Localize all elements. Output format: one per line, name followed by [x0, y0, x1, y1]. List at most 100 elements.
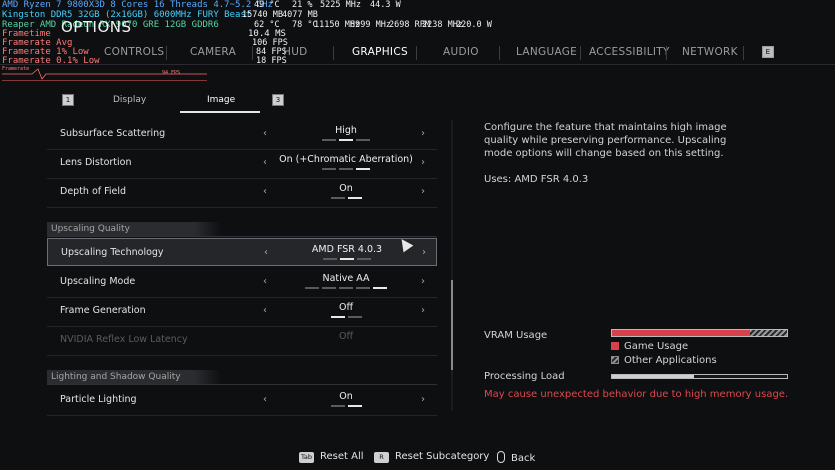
- setting-lens-distortion[interactable]: Lens Distortion ‹ On (+Chromatic Aberrat…: [47, 149, 437, 179]
- section-divider: [47, 384, 437, 385]
- tab-hud[interactable]: HUD: [283, 46, 308, 58]
- setting-value: Off: [338, 302, 354, 313]
- setting-label: Frame Generation: [60, 305, 146, 316]
- tab-separator: [333, 46, 334, 60]
- tab-accessibility[interactable]: ACCESSIBILITY: [589, 46, 670, 58]
- option-indicator: [277, 316, 415, 318]
- legend-other-applications: Other Applications: [611, 355, 717, 366]
- subtab-display[interactable]: Display: [113, 95, 146, 105]
- r-key-icon: R: [374, 452, 389, 463]
- setting-label: Upscaling Mode: [60, 276, 136, 287]
- setting-particle-lighting[interactable]: Particle Lighting ‹ On ›: [47, 386, 437, 416]
- chevron-left-icon[interactable]: ‹: [263, 157, 267, 168]
- other-applications-swatch: [611, 356, 619, 364]
- tab-separator: [580, 46, 581, 60]
- subtab-image[interactable]: Image: [207, 95, 235, 105]
- vram-usage-bar: [611, 329, 788, 337]
- setting-frame-generation[interactable]: Frame Generation ‹ Off ›: [47, 297, 437, 327]
- chevron-right-icon[interactable]: ›: [422, 247, 426, 258]
- option-indicator: [277, 197, 415, 199]
- setting-value: On (+Chromatic Aberration): [279, 154, 413, 165]
- setting-value: High: [335, 125, 357, 136]
- keybind-e-icon: E: [762, 46, 774, 58]
- setting-description: Configure the feature that maintains hig…: [484, 122, 727, 159]
- setting-value: AMD FSR 4.0.3: [311, 244, 383, 255]
- tab-camera[interactable]: CAMERA: [190, 46, 236, 58]
- chevron-right-icon[interactable]: ›: [421, 186, 425, 197]
- chevron-right-icon[interactable]: ›: [421, 276, 425, 287]
- reset-all-button[interactable]: Tab Reset All: [299, 451, 364, 463]
- subtab-prev-key[interactable]: 1: [62, 94, 74, 106]
- overlay-cpu-usage: 21 %: [292, 0, 313, 10]
- tab-separator: [499, 46, 500, 60]
- chevron-left-icon[interactable]: ‹: [263, 128, 267, 139]
- chevron-left-icon[interactable]: ‹: [263, 394, 267, 405]
- setting-label: Lens Distortion: [60, 157, 132, 168]
- subtab-next-key[interactable]: 3: [272, 94, 284, 106]
- settings-scrollbar[interactable]: [451, 120, 453, 410]
- chevron-right-icon[interactable]: ›: [421, 157, 425, 168]
- setting-label: NVIDIA Reflex Low Latency: [60, 334, 188, 345]
- vram-usage-label: VRAM Usage: [484, 330, 548, 341]
- chevron-right-icon[interactable]: ›: [421, 305, 425, 316]
- processing-load-label: Processing Load: [484, 371, 565, 382]
- scrollbar-thumb[interactable]: [451, 280, 453, 370]
- option-indicator: [277, 405, 415, 407]
- reset-all-label: Reset All: [320, 451, 364, 462]
- tab-controls[interactable]: CONTROLS: [104, 46, 164, 58]
- legend-game-usage: Game Usage: [611, 341, 688, 352]
- section-divider: [47, 236, 437, 237]
- legend-label: Other Applications: [624, 355, 717, 366]
- setting-upscaling-mode[interactable]: Upscaling Mode ‹ Native AA ›: [47, 268, 437, 298]
- tab-separator: [416, 46, 417, 60]
- setting-subsurface-scattering[interactable]: Subsurface Scattering ‹ High ›: [47, 120, 437, 150]
- option-indicator: [277, 139, 415, 141]
- chevron-left-icon[interactable]: ‹: [264, 247, 268, 258]
- setting-label: Upscaling Technology: [61, 247, 164, 258]
- overlay-gpu-mem-clock: 8999 MHz: [350, 20, 391, 30]
- processing-load-fill: [612, 375, 695, 378]
- game-usage-swatch: [611, 342, 619, 350]
- back-button[interactable]: Back: [497, 451, 535, 464]
- subtab-active-indicator: [180, 111, 260, 113]
- tab-separator: [743, 46, 744, 60]
- chevron-left-icon[interactable]: ‹: [263, 305, 267, 316]
- option-indicator: [277, 168, 415, 170]
- section-header-lighting: Lighting and Shadow Quality: [47, 370, 221, 384]
- tab-graphics[interactable]: GRAPHICS: [352, 46, 408, 58]
- memory-warning: May cause unexpected behavior due to hig…: [484, 389, 789, 400]
- tab-language[interactable]: LANGUAGE: [516, 46, 577, 58]
- setting-label: Depth of Field: [60, 186, 127, 197]
- setting-value: Native AA: [322, 273, 370, 284]
- overlay-cpu-power: 44.3 W: [370, 0, 401, 10]
- setting-depth-of-field[interactable]: Depth of Field ‹ On ›: [47, 178, 437, 208]
- option-indicator: [277, 287, 415, 289]
- tab-key-icon: Tab: [299, 452, 315, 463]
- tab-audio[interactable]: AUDIO: [443, 46, 479, 58]
- section-header-upscaling: Upscaling Quality: [47, 222, 221, 236]
- tab-network[interactable]: NETWORK: [682, 46, 738, 58]
- processing-load-bar: [611, 374, 788, 379]
- chevron-right-icon[interactable]: ›: [421, 394, 425, 405]
- setting-value: On: [339, 183, 353, 194]
- setting-label: Subsurface Scattering: [60, 128, 166, 139]
- framerate-graph-label: Framerate: [2, 66, 30, 72]
- tab-separator: [666, 46, 667, 60]
- overlay-gpu-power: 220.0 W: [456, 20, 492, 30]
- overlay-ram-vram: 4077 MB: [282, 10, 318, 20]
- chevron-right-icon[interactable]: ›: [421, 128, 425, 139]
- overlay-cpu-clock: 5225 MHz: [320, 0, 361, 10]
- reset-subcategory-label: Reset Subcategory: [395, 451, 490, 462]
- option-indicator: [278, 258, 416, 260]
- page-title: OPTIONS: [61, 18, 132, 36]
- back-label: Back: [511, 453, 536, 464]
- setting-value: On: [339, 391, 353, 402]
- setting-upscaling-technology[interactable]: Upscaling Technology ‹ AMD FSR 4.0.3 ›: [47, 238, 437, 266]
- chevron-left-icon[interactable]: ‹: [263, 186, 267, 197]
- setting-uses: Uses: AMD FSR 4.0.3: [484, 174, 589, 185]
- reset-subcategory-button[interactable]: R Reset Subcategory: [374, 451, 489, 463]
- tab-next-key[interactable]: E: [762, 45, 774, 58]
- overlay-cpu-temp: 49 °C: [254, 0, 280, 10]
- chevron-left-icon[interactable]: ‹: [263, 276, 267, 287]
- overlay-cpu: AMD Ryzen 7 9800X3D 8 Cores 16 Threads 4…: [2, 0, 273, 10]
